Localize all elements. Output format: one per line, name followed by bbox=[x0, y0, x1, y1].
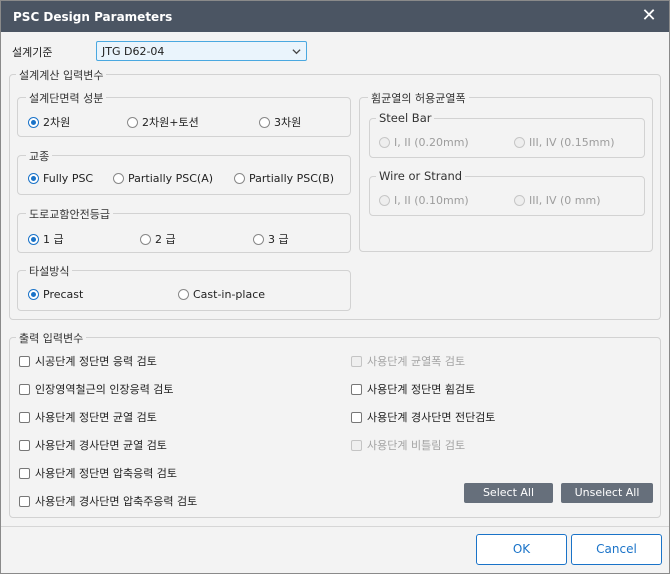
output-parameters-legend: 출력 입력변수 bbox=[16, 330, 87, 346]
check-service-crack-width[interactable]: 사용단계 균열폭 검토 bbox=[351, 353, 465, 369]
check-service-normal-crack[interactable]: 사용단계 정단면 균열 검토 bbox=[19, 409, 157, 425]
bridge-type-legend: 교종 bbox=[26, 148, 53, 164]
unselect-all-button[interactable]: Unselect All bbox=[561, 483, 653, 503]
checkbox-icon bbox=[19, 467, 30, 479]
safety-grade-group: 도로교함안전등급 bbox=[17, 206, 351, 253]
checkbox-disabled-icon bbox=[351, 355, 362, 367]
radio-disabled-icon bbox=[379, 195, 390, 206]
check-service-inclined-shear[interactable]: 사용단계 경사단면 전단검토 bbox=[351, 409, 495, 425]
safety-grade-legend: 도로교함안전등급 bbox=[26, 206, 113, 222]
design-standard-label: 설계기준 bbox=[12, 46, 53, 59]
casting-method-legend: 타설방식 bbox=[26, 263, 73, 279]
radio-icon bbox=[259, 116, 270, 128]
checkbox-icon bbox=[19, 383, 30, 395]
radio-icon bbox=[253, 233, 264, 245]
close-icon[interactable]: ✕ bbox=[639, 6, 659, 26]
bridge-type-option-fully-psc[interactable]: Fully PSC bbox=[28, 172, 93, 185]
checkbox-icon bbox=[351, 383, 362, 395]
cancel-button[interactable]: Cancel bbox=[571, 534, 662, 565]
check-tension-rebar-stress[interactable]: 인장영역철근의 인장응력 검토 bbox=[19, 381, 174, 397]
steel-bar-option-3-4[interactable]: III, IV (0.15mm) bbox=[514, 136, 615, 149]
casting-option-precast[interactable]: Precast bbox=[28, 288, 83, 301]
check-service-inclined-principal-compression[interactable]: 사용단계 경사단면 압축주응력 검토 bbox=[19, 493, 197, 509]
section-force-legend: 설계단면력 성분 bbox=[26, 90, 107, 106]
footer-divider bbox=[1, 526, 669, 527]
safety-grade-option-1[interactable]: 1 급 bbox=[28, 231, 64, 247]
checkbox-icon bbox=[19, 495, 30, 507]
radio-icon bbox=[178, 289, 189, 300]
safety-grade-option-3[interactable]: 3 급 bbox=[253, 231, 289, 247]
check-service-inclined-crack[interactable]: 사용단계 경사단면 균열 검토 bbox=[19, 437, 167, 453]
checkbox-disabled-icon bbox=[351, 439, 362, 451]
section-force-option-2d-torsion[interactable]: 2차원+토션 bbox=[127, 114, 199, 130]
psc-design-parameters-dialog: PSC Design Parameters ✕ 설계기준 JTG D62-04 … bbox=[0, 0, 670, 574]
radio-icon bbox=[113, 173, 124, 184]
window-title: PSC Design Parameters bbox=[13, 10, 173, 24]
safety-grade-option-2[interactable]: 2 급 bbox=[140, 231, 176, 247]
radio-selected-icon bbox=[28, 289, 39, 300]
crack-width-legend: 휨균열의 허용균열폭 bbox=[368, 90, 469, 106]
bridge-type-option-partially-a[interactable]: Partially PSC(A) bbox=[113, 172, 213, 185]
design-standard-value: JTG D62-04 bbox=[102, 45, 165, 58]
radio-icon bbox=[127, 116, 138, 128]
checkbox-icon bbox=[19, 439, 30, 451]
steel-bar-legend: Steel Bar bbox=[376, 111, 435, 125]
design-standard-select[interactable]: JTG D62-04 bbox=[96, 41, 307, 61]
checkbox-icon bbox=[19, 355, 30, 367]
section-force-option-3d[interactable]: 3차원 bbox=[259, 114, 301, 130]
chevron-down-icon bbox=[292, 49, 301, 55]
title-bar: PSC Design Parameters ✕ bbox=[1, 1, 669, 32]
checkbox-icon bbox=[351, 411, 362, 423]
radio-disabled-icon bbox=[514, 195, 525, 206]
check-construction-normal-stress[interactable]: 시공단계 정단면 응력 검토 bbox=[19, 353, 157, 369]
radio-selected-icon bbox=[28, 173, 39, 184]
section-force-option-2d[interactable]: 2차원 bbox=[28, 114, 70, 130]
check-service-normal-compression[interactable]: 사용단계 정단면 압축응력 검토 bbox=[19, 465, 177, 481]
bridge-type-option-partially-b[interactable]: Partially PSC(B) bbox=[234, 172, 334, 185]
wire-strand-option-1-2[interactable]: I, II (0.10mm) bbox=[379, 194, 469, 207]
casting-option-cast-in-place[interactable]: Cast-in-place bbox=[178, 288, 265, 301]
check-service-torsion[interactable]: 사용단계 비틀림 검토 bbox=[351, 437, 465, 453]
radio-disabled-icon bbox=[379, 137, 390, 148]
wire-strand-option-3-4[interactable]: III, IV (0 mm) bbox=[514, 194, 601, 207]
checkbox-icon bbox=[19, 411, 30, 423]
radio-icon bbox=[234, 173, 245, 184]
radio-icon bbox=[140, 233, 151, 245]
check-service-normal-flexure[interactable]: 사용단계 정단면 휨검토 bbox=[351, 381, 475, 397]
steel-bar-option-1-2[interactable]: I, II (0.20mm) bbox=[379, 136, 469, 149]
radio-selected-icon bbox=[28, 116, 39, 128]
wire-strand-legend: Wire or Strand bbox=[376, 169, 466, 183]
select-all-button[interactable]: Select All bbox=[464, 483, 553, 503]
radio-selected-icon bbox=[28, 233, 39, 245]
radio-disabled-icon bbox=[514, 137, 525, 148]
design-input-legend: 설계계산 입력변수 bbox=[16, 67, 107, 83]
ok-button[interactable]: OK bbox=[476, 534, 567, 565]
